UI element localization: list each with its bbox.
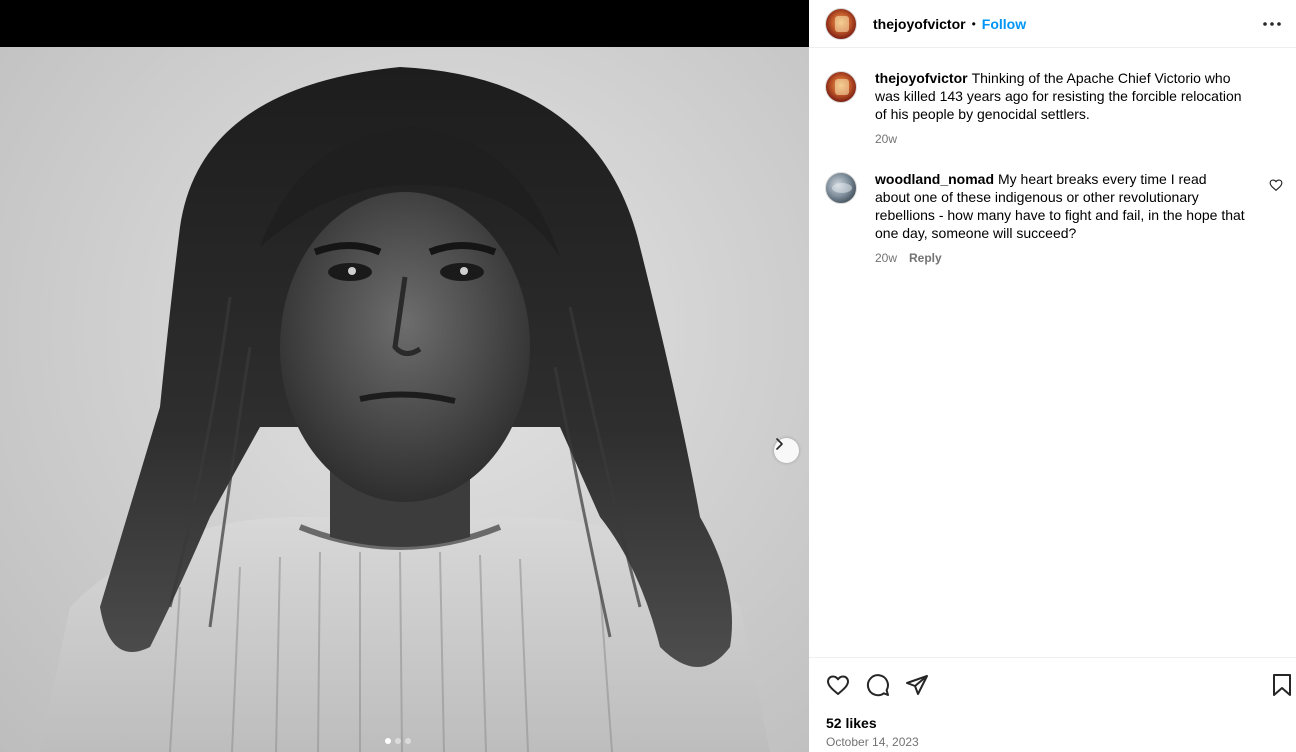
comment-body: woodland_nomad My heart breaks every time… [875,170,1245,267]
commenter-avatar[interactable] [825,172,857,204]
likes-count[interactable]: 52 likes [826,715,877,731]
caption-body: thejoyofvictor Thinking of the Apache Chi… [875,69,1245,148]
heart-icon [827,675,849,695]
comment-button[interactable] [865,672,891,698]
caption-username[interactable]: thejoyofvictor [875,70,968,86]
share-icon [906,675,928,695]
post-date[interactable]: October 14, 2023 [826,735,919,749]
post-actions: 52 likes October 14, 2023 [809,657,1296,752]
carousel-dot [395,738,401,744]
portrait-image [40,67,770,752]
comment-icon [866,674,889,697]
caption-meta: 20w [875,130,1245,148]
comment-meta: 20w Reply [875,249,1245,267]
author-avatar[interactable] [825,7,857,40]
carousel-dot [405,738,411,744]
post-photo[interactable] [0,47,809,752]
more-options-icon [1263,22,1281,26]
post-header: thejoyofvictor • Follow [809,0,1296,48]
save-button[interactable] [1269,672,1295,698]
comment-heart-icon[interactable] [1269,178,1283,192]
post-side-panel: thejoyofvictor • Follow thejoyofvictor Th… [809,0,1296,752]
comments-section: thejoyofvictor Thinking of the Apache Chi… [809,49,1296,656]
comment-timestamp[interactable]: 20w [875,249,897,267]
share-button[interactable] [904,672,930,698]
caption-avatar[interactable] [825,71,857,103]
post-media [0,0,809,752]
header-separator: • [971,16,976,31]
author-username[interactable]: thejoyofvictor [873,16,966,32]
next-slide-button[interactable] [774,438,799,463]
chevron-right-icon [776,438,783,450]
reply-button[interactable]: Reply [909,249,942,267]
comment-username[interactable]: woodland_nomad [875,171,994,187]
like-button[interactable] [825,672,851,698]
carousel-indicator [385,738,411,744]
more-options-button[interactable] [1260,14,1284,34]
carousel-dot-active [385,738,391,744]
caption-row: thejoyofvictor Thinking of the Apache Chi… [825,69,1285,148]
caption-timestamp[interactable]: 20w [875,130,897,148]
follow-button[interactable]: Follow [982,16,1026,32]
comment-item: woodland_nomad My heart breaks every time… [825,170,1285,267]
bookmark-icon [1273,674,1291,696]
